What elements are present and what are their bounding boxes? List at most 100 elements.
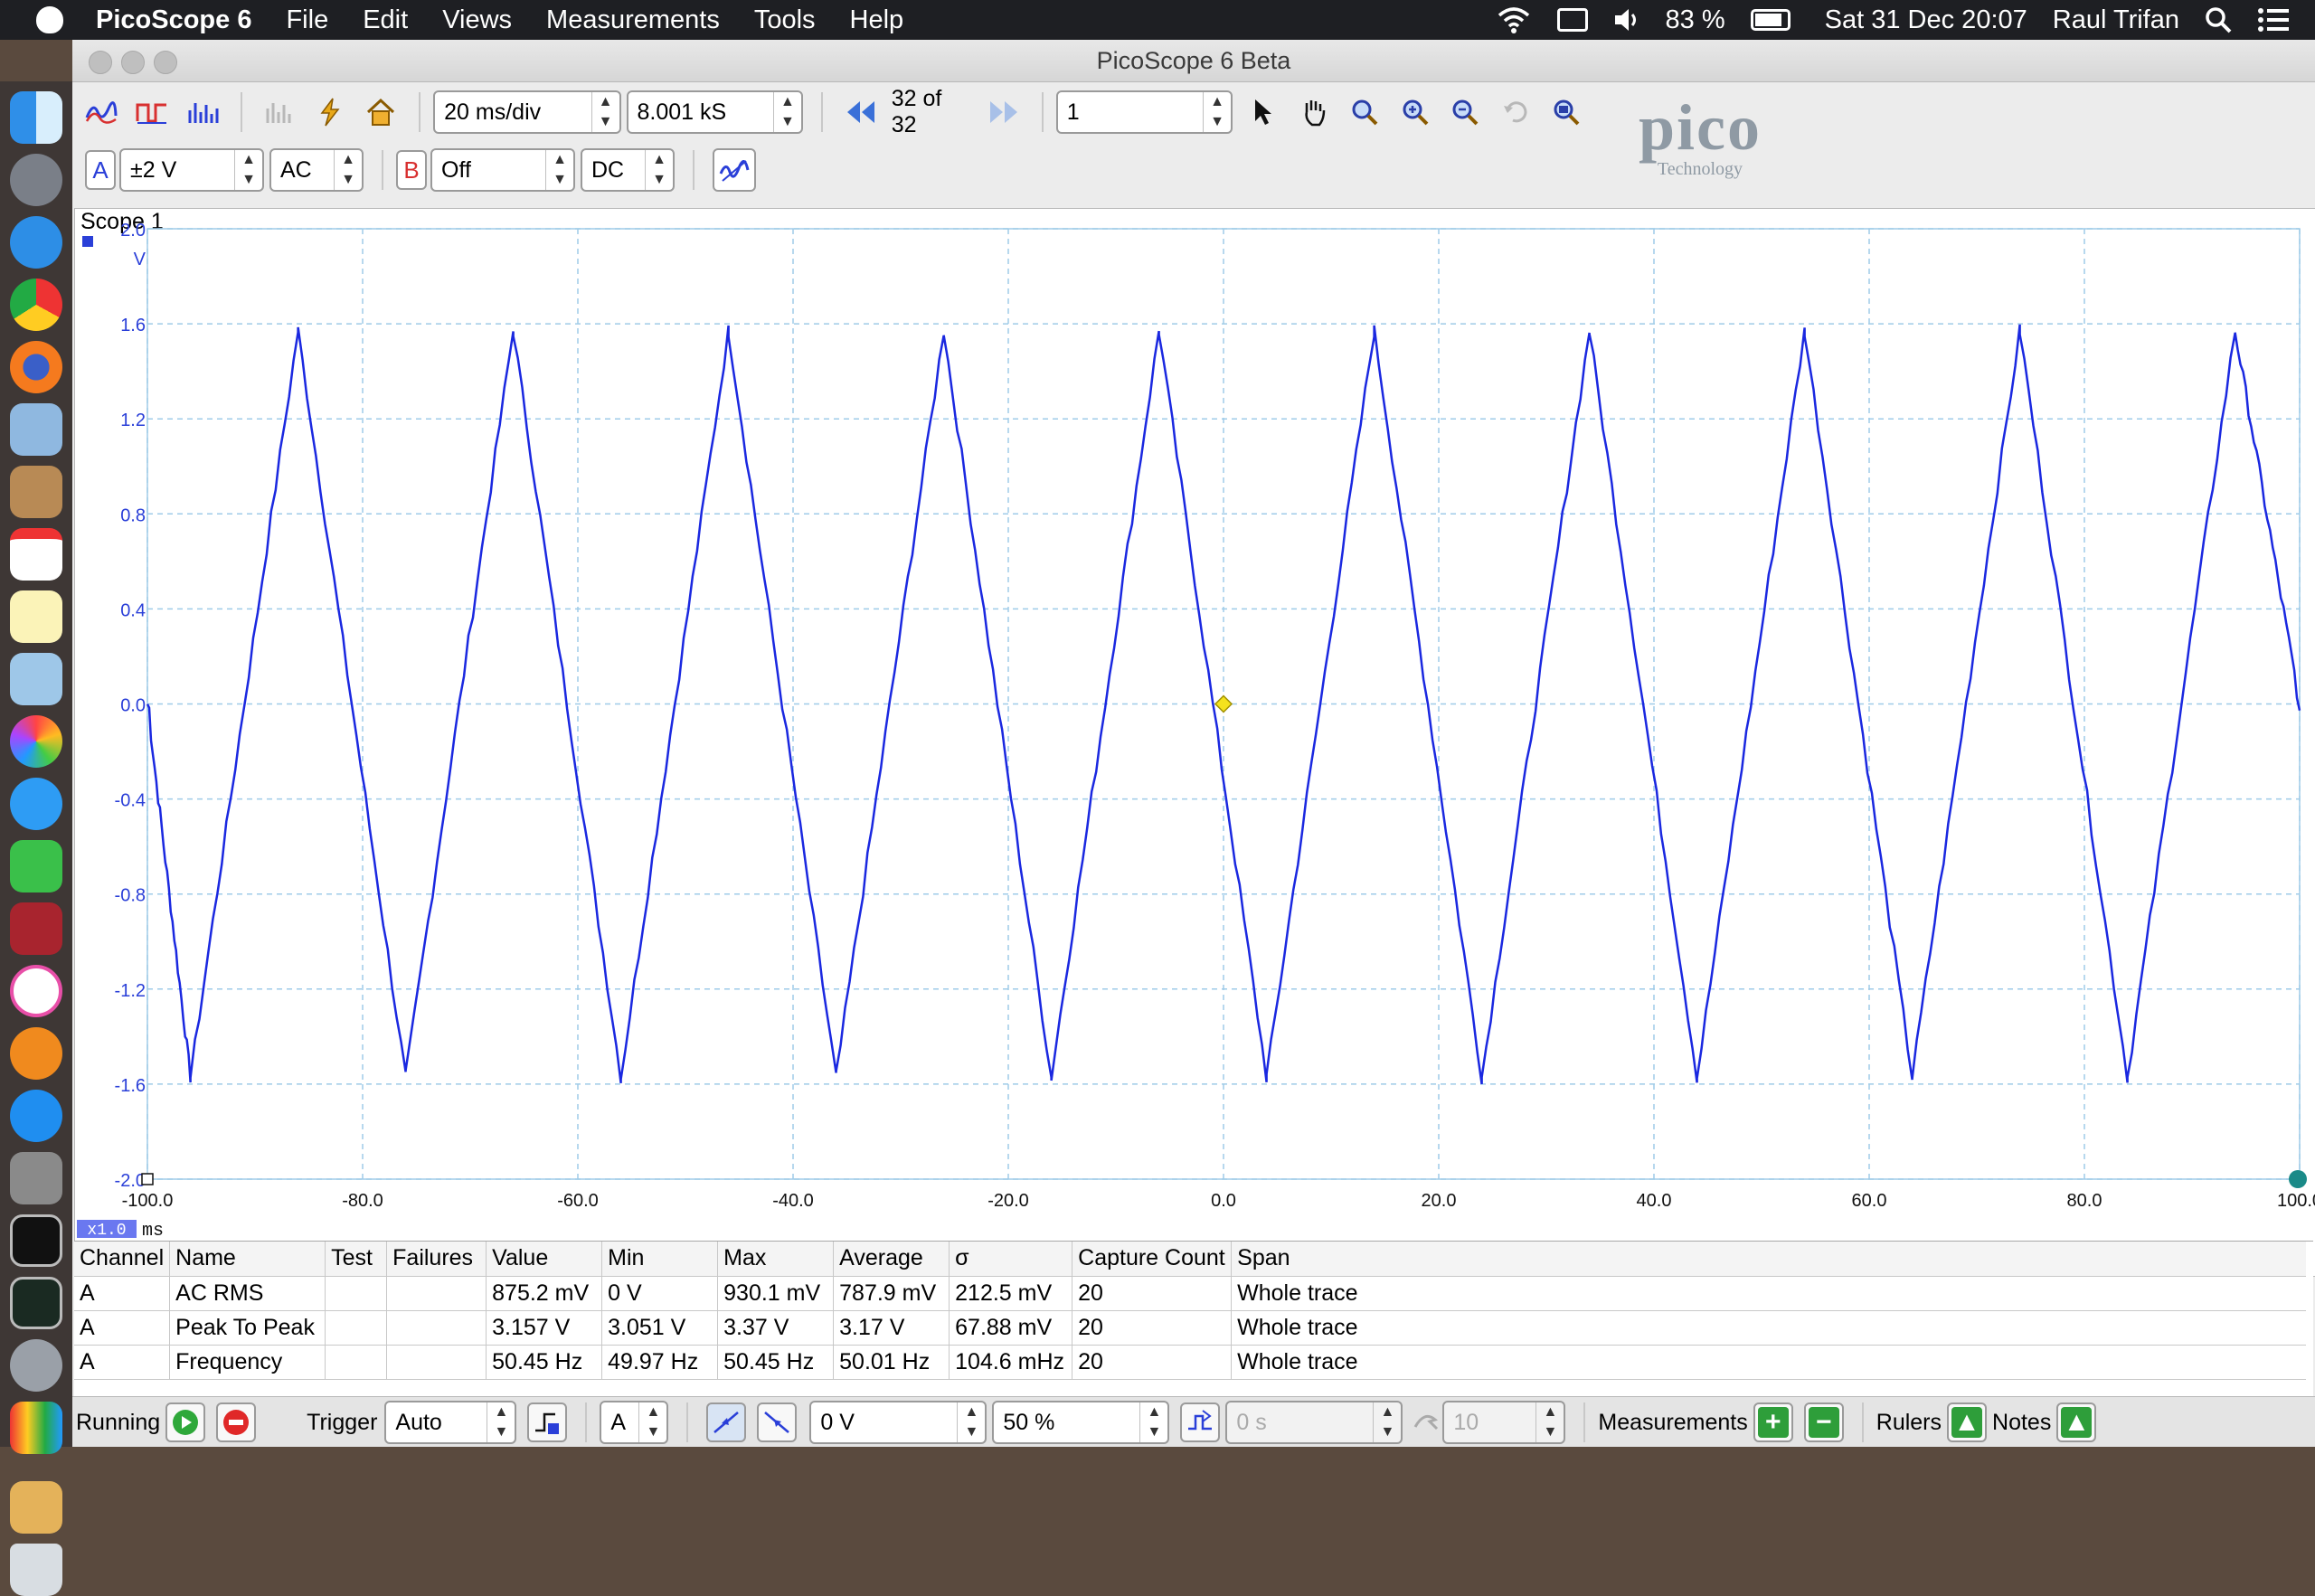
- col-test[interactable]: Test: [325, 1242, 388, 1277]
- col-average[interactable]: Average: [833, 1242, 950, 1277]
- spectrum-mode-button[interactable]: [183, 92, 222, 132]
- serial-decoding-button[interactable]: [260, 92, 300, 132]
- menu-file[interactable]: File: [286, 5, 328, 35]
- table-row[interactable]: A Frequency 50.45 Hz 49.97 Hz 50.45 Hz 50.01 …: [74, 1345, 2306, 1380]
- app-store-icon[interactable]: [10, 1090, 62, 1142]
- user-name[interactable]: Raul Trifan: [2053, 5, 2179, 35]
- channel-a-range-spinner[interactable]: ▲ ▼: [234, 150, 262, 190]
- table-row[interactable]: A Peak To Peak 3.157 V 3.051 V 3.37 V 3.17 V6…: [74, 1310, 2306, 1346]
- launchpad-icon[interactable]: [10, 154, 62, 206]
- wifi-icon[interactable]: [1496, 6, 1532, 33]
- facetime-icon[interactable]: [10, 840, 62, 892]
- messages-icon[interactable]: [10, 778, 62, 830]
- rapid-trigger-icon[interactable]: [1412, 1409, 1439, 1436]
- col-span[interactable]: Span: [1231, 1242, 2306, 1277]
- activity-monitor-icon[interactable]: [10, 1277, 62, 1329]
- col-failures[interactable]: Failures: [386, 1242, 487, 1277]
- pointer-tool-button[interactable]: [1243, 92, 1283, 132]
- timebase-select[interactable]: 20 ms/div ▲ ▼: [433, 90, 621, 134]
- rising-edge-button[interactable]: [706, 1402, 747, 1442]
- table-row[interactable]: A AC RMS 875.2 mV 0 V 930.1 mV 787.9 mV 212.5 …: [74, 1276, 2306, 1311]
- rulers-toggle-button[interactable]: ▲: [1947, 1402, 1988, 1442]
- terminal-icon[interactable]: [10, 1214, 62, 1267]
- menu-tools[interactable]: Tools: [754, 5, 816, 35]
- notes-toggle-button[interactable]: ▲: [2056, 1402, 2097, 1442]
- trigger-threshold-input[interactable]: 0 V ▲ ▼: [809, 1401, 987, 1444]
- trigger-marker[interactable]: [1214, 694, 1233, 713]
- spotlight-search-icon[interactable]: [2205, 6, 2232, 33]
- channel-b-coupling-select[interactable]: DC ▲ ▼: [581, 148, 675, 192]
- battery-icon[interactable]: [1750, 9, 1791, 31]
- ibooks-icon[interactable]: [10, 1027, 62, 1080]
- scope-view[interactable]: Scope 1 2.0 1.6 1.2 0.8 0.4 0.0 -0.4 -0.8 -1.2 -1…: [74, 208, 2315, 1277]
- zoom-out-button[interactable]: [1446, 92, 1486, 132]
- itunes-icon[interactable]: [10, 965, 62, 1017]
- zoom-window-button[interactable]: [154, 51, 177, 74]
- zoom-select-button[interactable]: [1345, 92, 1384, 132]
- safari-icon[interactable]: [10, 216, 62, 269]
- chrome-icon[interactable]: [10, 279, 62, 331]
- calculator-icon[interactable]: [10, 1152, 62, 1204]
- downloads-folder-icon[interactable]: [10, 1481, 62, 1534]
- photo-booth-icon[interactable]: [10, 902, 62, 955]
- start-button[interactable]: [165, 1402, 206, 1442]
- timebase-spinner[interactable]: ▲ ▼: [591, 92, 619, 132]
- col-max[interactable]: Max: [717, 1242, 835, 1277]
- minimize-window-button[interactable]: [121, 51, 145, 74]
- channel-b-range-spinner[interactable]: ▲ ▼: [545, 150, 573, 190]
- channel-options-button[interactable]: [713, 148, 756, 192]
- notes-icon[interactable]: [10, 590, 62, 643]
- picoscope-icon[interactable]: [10, 1402, 62, 1454]
- trigger-mode-select[interactable]: Auto ▲ ▼: [384, 1401, 517, 1444]
- firefox-icon[interactable]: [10, 341, 62, 393]
- calendar-icon[interactable]: [10, 528, 62, 581]
- photos-icon[interactable]: [10, 715, 62, 768]
- col-channel[interactable]: Channel: [74, 1242, 171, 1277]
- volume-icon[interactable]: [1613, 7, 1640, 33]
- capture-count-spinner[interactable]: ▲ ▼: [1203, 92, 1231, 132]
- apple-icon[interactable]: [36, 6, 63, 33]
- capture-count-input[interactable]: 1 ▲ ▼: [1055, 90, 1233, 134]
- home-button[interactable]: [361, 92, 401, 132]
- remove-measurement-button[interactable]: −: [1803, 1402, 1844, 1442]
- stop-button[interactable]: [216, 1402, 257, 1442]
- channel-a-coupling-select[interactable]: AC ▲ ▼: [269, 148, 364, 192]
- app-menu[interactable]: PicoScope 6: [96, 5, 251, 35]
- undo-zoom-button[interactable]: [1496, 92, 1535, 132]
- trash-icon[interactable]: [10, 1544, 62, 1596]
- channel-b-tag[interactable]: B: [396, 150, 427, 190]
- samples-select[interactable]: 8.001 kS ▲ ▼: [626, 90, 803, 134]
- pretrigger-input[interactable]: 50 % ▲ ▼: [992, 1401, 1170, 1444]
- signal-generator-button[interactable]: [310, 92, 350, 132]
- airplay-icon[interactable]: [1556, 8, 1588, 32]
- trigger-mode-spinner[interactable]: ▲ ▼: [487, 1402, 515, 1442]
- notification-center-icon[interactable]: [2257, 6, 2290, 33]
- scope-mode-button[interactable]: [81, 92, 121, 132]
- clock[interactable]: Sat 31 Dec 20:07: [1825, 5, 2027, 35]
- preview-icon[interactable]: [10, 403, 62, 456]
- pretrigger-spinner[interactable]: ▲ ▼: [1139, 1402, 1167, 1442]
- samples-spinner[interactable]: ▲ ▼: [772, 92, 801, 132]
- advanced-trigger-button[interactable]: [527, 1402, 568, 1442]
- left-ruler-handle[interactable]: [141, 1173, 154, 1185]
- col-sigma[interactable]: σ: [949, 1242, 1073, 1277]
- menu-edit[interactable]: Edit: [363, 5, 408, 35]
- col-name[interactable]: Name: [169, 1242, 326, 1277]
- scope-plot[interactable]: 2.0 1.6 1.2 0.8 0.4 0.0 -0.4 -0.8 -1.2 -1.6 -2.0-1…: [75, 209, 2315, 1240]
- previous-buffer-button[interactable]: [841, 92, 881, 132]
- system-preferences-icon[interactable]: [10, 1339, 62, 1392]
- col-value[interactable]: Value: [486, 1242, 603, 1277]
- close-window-button[interactable]: [89, 51, 112, 74]
- next-buffer-button[interactable]: [984, 92, 1024, 132]
- channel-a-coupling-spinner[interactable]: ▲ ▼: [334, 150, 362, 190]
- trigger-threshold-spinner[interactable]: ▲ ▼: [957, 1402, 985, 1442]
- rapid-count-input[interactable]: 10 ▲ ▼: [1442, 1401, 1566, 1444]
- menu-measurements[interactable]: Measurements: [546, 5, 720, 35]
- persistence-mode-button[interactable]: [132, 92, 172, 132]
- zoom-in-button[interactable]: [1395, 92, 1435, 132]
- hand-tool-button[interactable]: [1294, 92, 1334, 132]
- channel-b-coupling-spinner[interactable]: ▲ ▼: [645, 150, 673, 190]
- channel-a-tag[interactable]: A: [85, 150, 116, 190]
- finder-icon[interactable]: [10, 91, 62, 144]
- menu-help[interactable]: Help: [850, 5, 904, 35]
